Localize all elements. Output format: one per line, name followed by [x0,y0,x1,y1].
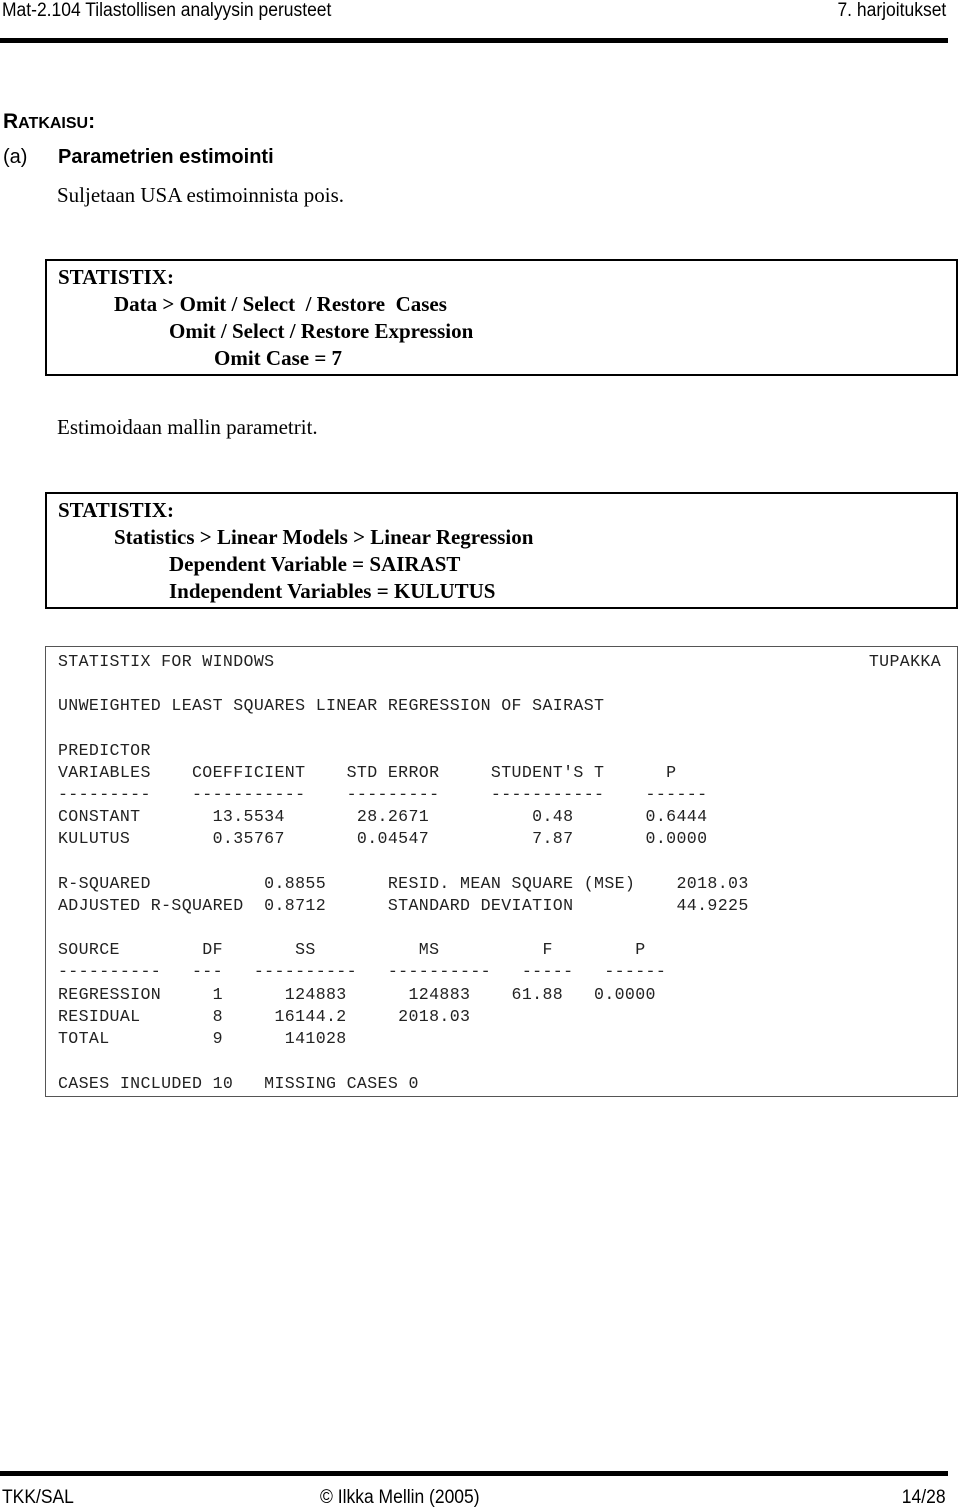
coef-row: CONSTANT 13.5534 28.2671 0.48 0.6444 [58,807,708,826]
exercise-label: 7. harjoitukset [837,0,946,21]
program-name: STATISTIX FOR WINDOWS [58,652,275,671]
anova-header: SOURCE DF SS MS F P [58,940,646,959]
course-title: Mat-2.104 Tilastollisen analyysin perust… [2,0,332,21]
box-line: Omit Case = 7 [214,346,343,370]
box-line: STATISTIX: [58,265,174,289]
footer-divider [0,1471,948,1476]
box-line: Independent Variables = KULUTUS [169,579,496,603]
page-number: 14/28 [902,1487,946,1508]
anova-row: RESIDUAL 8 16144.2 2018.03 [58,1007,471,1026]
dataset-name: TUPAKKA [868,652,941,671]
regression-output: STATISTIX FOR WINDOWS TUPAKKA UNWEIGHTED… [45,646,958,1097]
box-line: Data > Omit / Select / Restore Cases [114,292,447,316]
section-number: (a) [3,146,28,168]
box-line: Omit / Select / Restore Expression [169,319,474,343]
paragraph-exclude-usa: Suljetaan USA estimoinnista pois. [57,183,344,207]
coef-rule: --------- ----------- --------- --------… [58,785,708,804]
header-divider [0,38,948,43]
fit-row: R-SQUARED 0.8855 RESID. MEAN SQUARE (MSE… [58,874,749,893]
paragraph-estimate: Estimoidaan mallin parametrit. [57,415,318,439]
coef-row: KULUTUS 0.35767 0.04547 7.87 0.0000 [58,829,708,848]
section-heading: (a) Parametrien estimointi [3,146,274,169]
cases-summary: CASES INCLUDED 10 MISSING CASES 0 [58,1074,419,1093]
anova-rule: ---------- --- ---------- ---------- ---… [58,962,667,981]
box-line: Statistics > Linear Models > Linear Regr… [114,525,534,549]
fit-row: ADJUSTED R-SQUARED 0.8712 STANDARD DEVIA… [58,896,749,915]
solution-heading: RATKAISU: [3,110,96,133]
coef-header: PREDICTOR [58,741,151,760]
section-title: Parametrien estimointi [58,146,274,168]
output-title: UNWEIGHTED LEAST SQUARES LINEAR REGRESSI… [58,696,605,715]
box-line: Dependent Variable = SAIRAST [169,552,461,576]
footer-copyright: © Ilkka Mellin (2005) [320,1487,480,1508]
anova-row: REGRESSION 1 124883 124883 61.88 0.0000 [58,985,656,1004]
box-line: STATISTIX: [58,498,174,522]
anova-row: TOTAL 9 141028 [58,1029,347,1048]
footer-org: TKK/SAL [2,1487,74,1508]
statistix-regression-box: STATISTIX: Statistics > Linear Models > … [45,492,958,609]
coef-header: VARIABLES COEFFICIENT STD ERROR STUDENT'… [58,763,677,782]
statistix-omit-box: STATISTIX: Data > Omit / Select / Restor… [45,259,958,376]
